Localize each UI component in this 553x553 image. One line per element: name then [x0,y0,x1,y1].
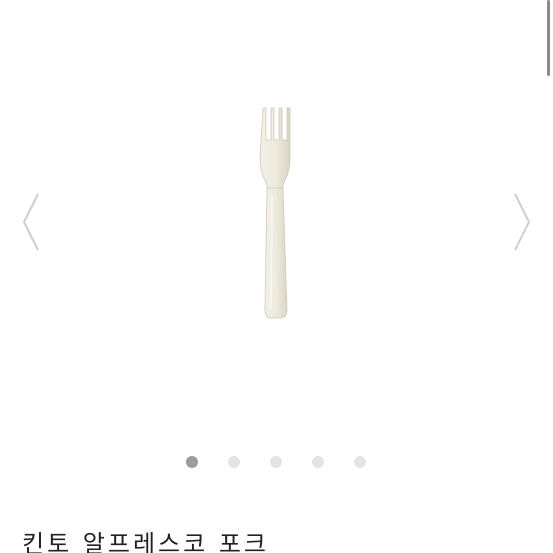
carousel-pagination [186,456,366,468]
chevron-right-icon [514,193,531,251]
product-page: 킨토 알프레스코 포크 [0,0,553,553]
carousel-dot-5[interactable] [354,456,366,468]
carousel-dot-4[interactable] [312,456,324,468]
fork-icon [259,107,291,319]
carousel-next-button[interactable] [511,190,533,254]
carousel-prev-button[interactable] [20,190,42,254]
product-title: 킨토 알프레스코 포크 [22,530,269,553]
image-carousel[interactable] [0,0,553,440]
product-image [240,100,310,325]
carousel-dot-2[interactable] [228,456,240,468]
carousel-dot-1[interactable] [186,456,198,468]
chevron-left-icon [22,193,39,251]
carousel-dot-3[interactable] [270,456,282,468]
